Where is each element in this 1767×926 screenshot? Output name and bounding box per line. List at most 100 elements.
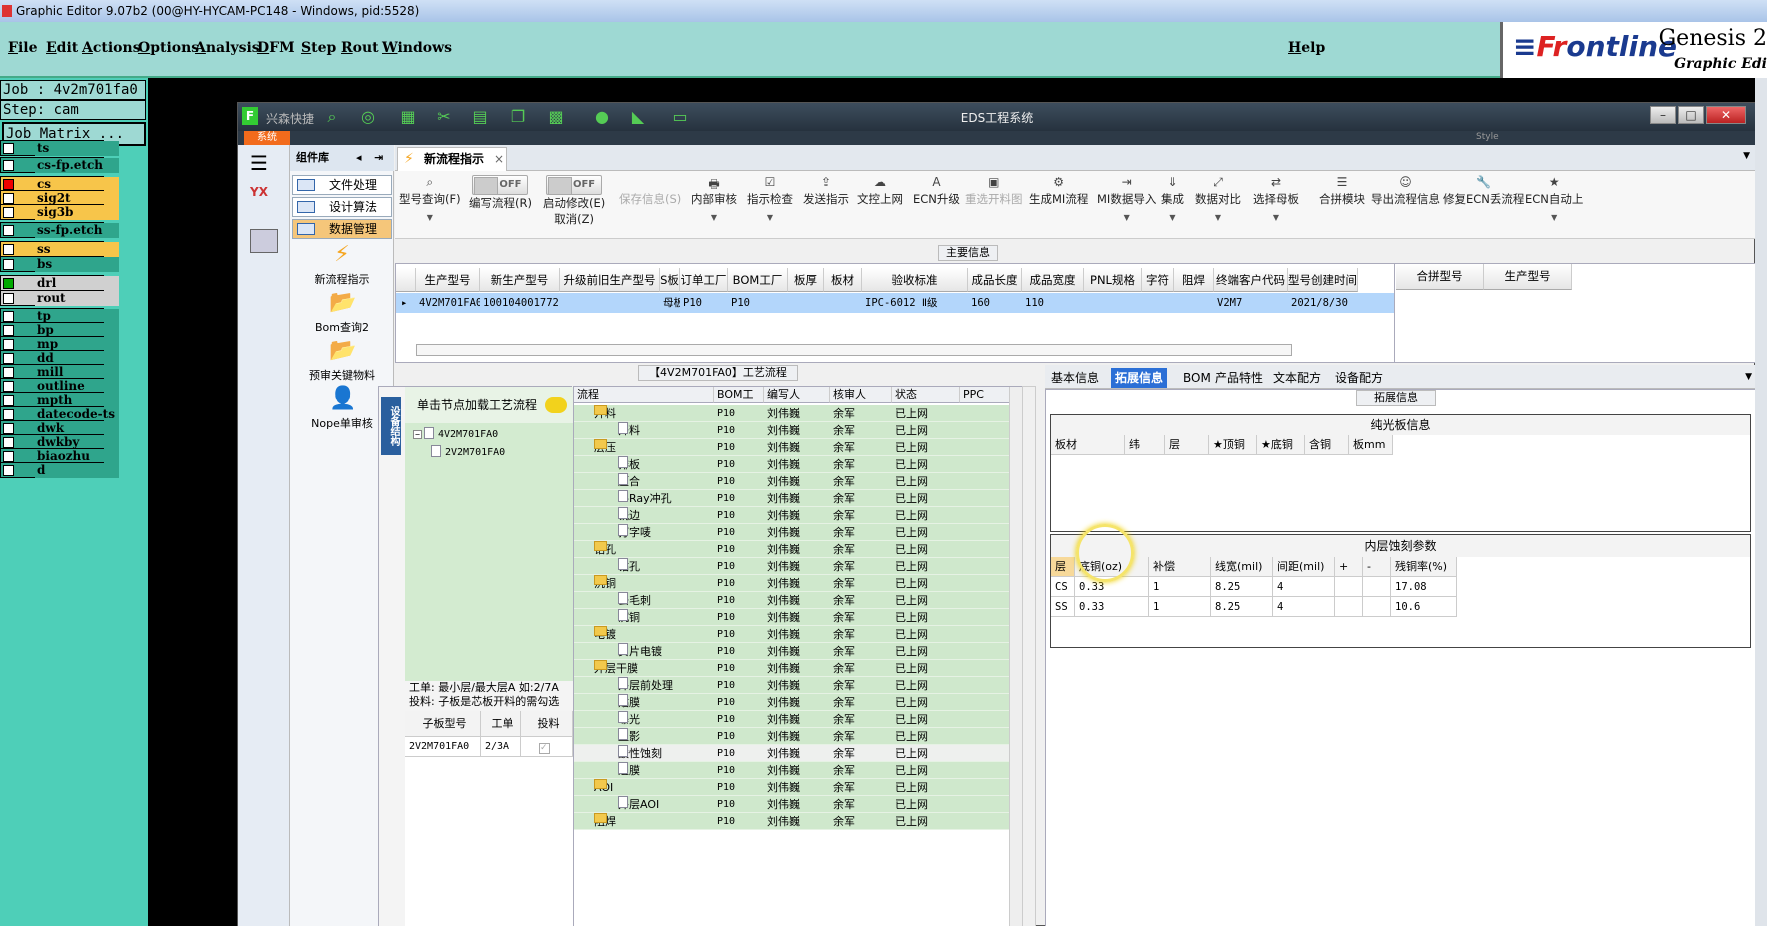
etch-cell[interactable]: 1 [1149,597,1211,617]
toolbar-btn-17[interactable]: 🔧 修复ECN丢流程 [1443,175,1524,235]
toolbar-btn-3[interactable]: 保存信息(S) [619,175,681,235]
etch-cell[interactable]: 4 [1273,597,1335,617]
detail-tab-0[interactable]: 基本信息 [1047,368,1103,388]
main-cell-1[interactable]: 10010400177214 [480,293,560,313]
maximize-button[interactable]: □ [1678,106,1704,124]
main-cell-0[interactable]: 4V2M701FA0 [416,293,480,313]
layer-checkbox[interactable] [3,143,14,154]
layer-row[interactable]: d [0,462,119,478]
layer-checkbox[interactable] [3,244,14,255]
flow-step-name[interactable]: 压合 [618,473,640,490]
layer-checkbox[interactable] [3,395,14,406]
flow-step-name[interactable]: 外层前处理 [618,677,673,694]
detail-tab-4[interactable]: 文本配方 [1269,368,1325,388]
etch-cell[interactable] [1335,577,1363,597]
flow-step-name[interactable]: −钻孔 [594,541,616,558]
flow-row[interactable]: 沉铜 P10 刘伟巍 余军 已上网 [574,609,1009,626]
calculator-module-icon[interactable] [250,229,278,253]
detail-tab-1[interactable]: 拓展信息 [1111,368,1168,388]
flow-row[interactable]: 贴膜 P10 刘伟巍 余军 已上网 [574,694,1009,711]
hamburger-icon[interactable]: ☰ [250,151,268,175]
toolbar-btn-11[interactable]: ⇥ MI数据导入 ▼ [1097,175,1156,235]
toolbar-btn-16[interactable]: ☺ 导出流程信息 [1371,175,1440,235]
etch-cell[interactable]: 10.6 [1391,597,1457,617]
pin-icon[interactable]: ⇥ [374,145,383,171]
chat-bubble-icon[interactable] [545,397,567,413]
dropdown-arrow-icon[interactable]: ▼ [399,213,461,222]
menu-dfm[interactable]: DFM [257,40,295,56]
flow-step-name[interactable]: −层压 [594,439,616,456]
toolbar-btn-9[interactable]: ▣ 重选开料图 [965,175,1023,235]
layer-checkbox[interactable] [3,193,14,204]
main-cell-13[interactable] [1174,293,1214,313]
layer-checkbox[interactable] [3,381,14,392]
toolbar-btn-5[interactable]: ☑ 指示检查 ▼ [747,175,793,235]
flow-row[interactable]: −层压 P10 刘伟巍 余军 已上网 [574,439,1009,456]
flow-step-name[interactable]: X-Ray冲孔 [618,490,672,507]
flow-step-name[interactable]: 排板 [618,456,640,473]
nav-big-1[interactable]: 📂 Bom查询2 [290,291,394,335]
toolbar-btn-2[interactable]: OFF 启动修改(E) 取消(Z) [543,175,605,235]
layer-checkbox[interactable] [3,409,14,420]
main-cell-3[interactable]: 母板 [660,293,680,313]
etch-cell[interactable]: 0.33 [1075,597,1149,617]
etch-cell[interactable] [1335,597,1363,617]
flow-row[interactable]: 显影 P10 刘伟巍 余军 已上网 [574,728,1009,745]
nav-big-2[interactable]: 📂 预审关键物料 [290,339,394,383]
main-cell-7[interactable] [824,293,862,313]
etch-cell[interactable]: 1 [1149,577,1211,597]
flow-step-name[interactable]: −阻焊 [594,813,616,830]
main-cell-2[interactable] [560,293,660,313]
dropdown-arrow-icon[interactable]: ▼ [1525,213,1583,222]
flow-row[interactable]: 铣边 P10 刘伟巍 余军 已上网 [574,507,1009,524]
horizontal-scrollbar[interactable] [416,344,1292,356]
layer-checkbox[interactable] [3,325,14,336]
flow-row[interactable]: 打字唛 P10 刘伟巍 余军 已上网 [574,524,1009,541]
tree-node-child[interactable]: 2V2M701FA0 [431,445,505,458]
dropdown-arrow-icon[interactable]: ▼ [1161,213,1184,222]
menu-actions[interactable]: Actions [82,40,141,56]
layer-name[interactable]: d [35,463,119,478]
etch-cell[interactable]: CS [1051,577,1075,597]
flow-row[interactable]: −AOI P10 刘伟巍 余军 已上网 [574,779,1009,796]
flow-row[interactable]: 钻孔 P10 刘伟巍 余军 已上网 [574,558,1009,575]
toolbar-btn-12[interactable]: ⇓ 集成 ▼ [1161,175,1184,235]
flow-step-name[interactable]: 显影 [618,728,640,745]
menu-options[interactable]: Options [138,40,199,56]
layer-name[interactable]: sig3b [35,205,119,220]
sub-cell-feed[interactable]: ✓ [521,737,573,757]
nav-item-0[interactable]: 文件处理 [292,175,392,195]
detail-tab-3[interactable]: 产品特性 [1211,368,1267,388]
flow-step-name[interactable]: 退膜 [618,762,640,779]
layer-checkbox[interactable] [3,207,14,218]
layer-name[interactable]: ss-fp.etch [35,223,119,238]
vertical-scrollbar[interactable] [1009,387,1022,926]
equipment-structure-tab[interactable]: 设备结构 [381,397,401,455]
main-cell-5[interactable]: P10 [728,293,788,313]
flow-row[interactable]: 外层AOI P10 刘伟巍 余军 已上网 [574,796,1009,813]
layer-checkbox[interactable] [3,259,14,270]
nav-big-0[interactable]: ⚡ 新流程指示 [290,243,394,287]
flow-row[interactable]: 外层前处理 P10 刘伟巍 余军 已上网 [574,677,1009,694]
toolbar-btn-6[interactable]: ⇪ 发送指示 [803,175,849,235]
layer-checkbox[interactable] [3,225,14,236]
toggle-switch[interactable]: OFF [546,175,603,195]
layer-row[interactable]: bs [0,256,119,272]
tabs-menu-icon[interactable]: ▼ [1745,372,1752,382]
feed-checkbox[interactable]: ✓ [539,743,550,754]
dropdown-arrow-icon[interactable]: ▼ [747,213,793,222]
main-cell-12[interactable] [1142,293,1174,313]
toolbar-btn-14[interactable]: ⇄ 选择母板 ▼ [1253,175,1299,235]
flow-row[interactable]: 排板 P10 刘伟巍 余军 已上网 [574,456,1009,473]
menu-step[interactable]: Step [301,40,336,56]
layer-checkbox[interactable] [3,423,14,434]
main-cell-6[interactable] [788,293,824,313]
flow-row[interactable]: X-Ray冲孔 P10 刘伟巍 余军 已上网 [574,490,1009,507]
layer-row[interactable]: ts [0,140,119,156]
layer-name[interactable]: ts [35,141,119,156]
main-cell-14[interactable]: V2M7 [1214,293,1288,313]
toolbar-btn-15[interactable]: ☰ 合拼模块 [1319,175,1365,235]
layer-checkbox[interactable] [3,278,14,289]
flow-row[interactable]: 酸性蚀刻 P10 刘伟巍 余军 已上网 [574,745,1009,762]
layer-row[interactable]: cs-fp.etch [0,157,119,173]
